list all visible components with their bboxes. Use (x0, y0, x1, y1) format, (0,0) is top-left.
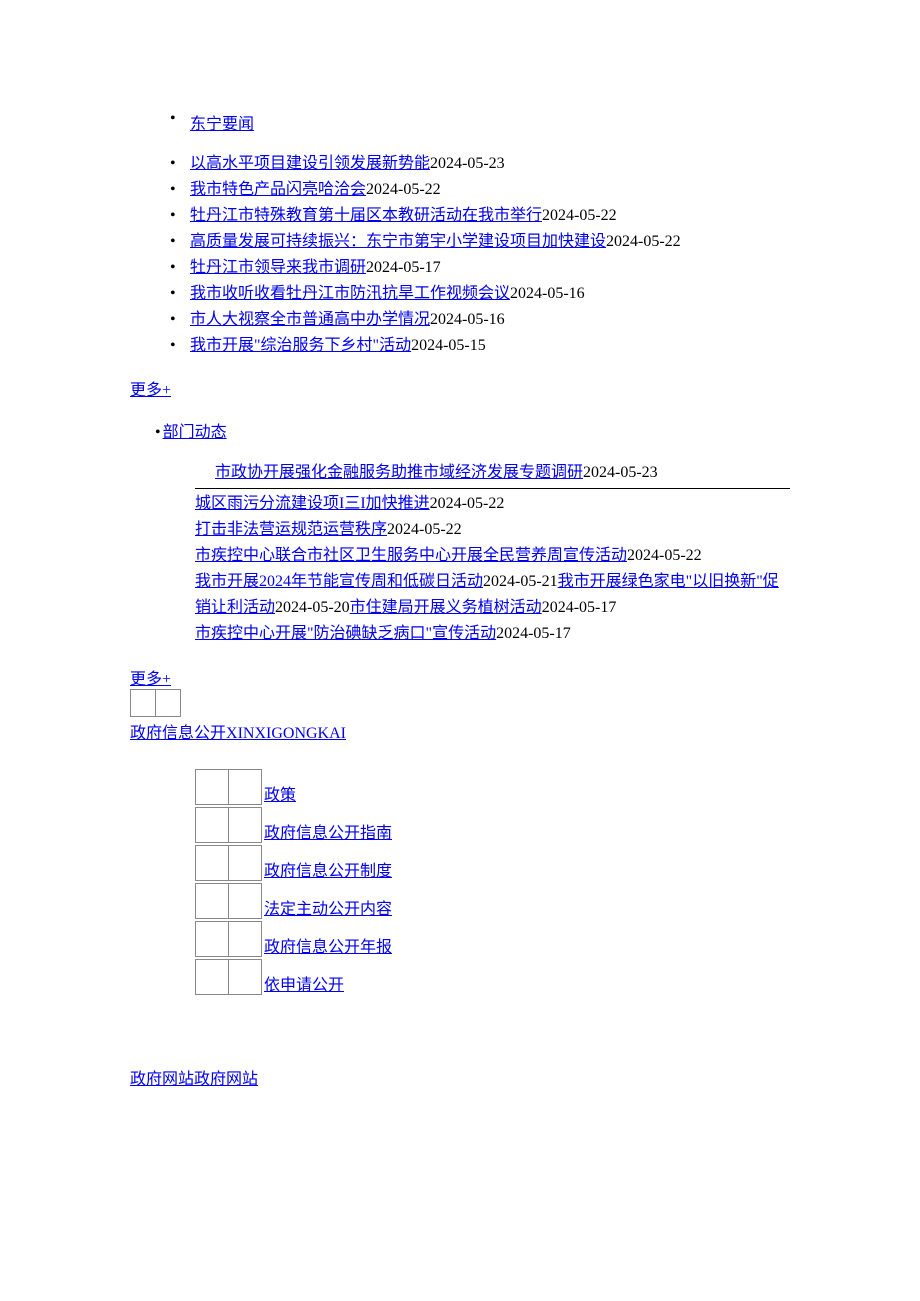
more-news-link[interactable]: 更多+ (130, 376, 920, 400)
list-item: 高质量发展可持续振兴：东宁市第宇小学建设项目加快建设2024-05-22 (170, 230, 920, 254)
news-date: 2024-05-21 (483, 573, 558, 590)
list-item: 政策 (195, 767, 920, 805)
list-item: 牡丹江市特殊教育第十届区本教研活动在我市举行2024-05-22 (170, 204, 920, 228)
list-item: 我市特色产品闪亮哈洽会2024-05-22 (170, 178, 920, 202)
dept-news-rest: 城区雨污分流建设项I三I加快推进2024-05-22 打击非法营运规范运营秩序2… (195, 491, 790, 647)
info-policy-link[interactable]: 政策 (264, 781, 296, 805)
list-item: 市人大视察全市普通高中办学情况2024-05-16 (170, 308, 920, 332)
gov-site-link[interactable]: 政府网站 (194, 1071, 258, 1088)
list-item: 市政协开展强化金融服务助推市域经济发展专题调研2024-05-23 (195, 460, 790, 489)
placeholder-icon (228, 883, 262, 919)
placeholder-icon (195, 769, 229, 805)
placeholder-icon (130, 689, 156, 717)
list-item: 牡丹江市领导来我市调研2024-05-17 (170, 256, 920, 280)
dept-tab-header-wrap: 部门动态 (155, 418, 920, 442)
placeholder-icon (228, 845, 262, 881)
news-date: 2024-05-17 (366, 259, 441, 276)
news-link[interactable]: 牡丹江市领导来我市调研 (190, 259, 366, 276)
news-date: 2024-05-22 (430, 495, 505, 512)
list-item: 我市开展"综治服务下乡村"活动2024-05-15 (170, 334, 920, 358)
placeholder-icon (228, 769, 262, 805)
news-date: 2024-05-15 (411, 337, 486, 354)
list-item: 政府信息公开制度 (195, 843, 920, 881)
news-link[interactable]: 高质量发展可持续振兴：东宁市第宇小学建设项目加快建设 (190, 233, 606, 250)
news-date: 2024-05-20 (275, 599, 350, 616)
placeholder-icon (155, 689, 181, 717)
news-link[interactable]: 我市特色产品闪亮哈洽会 (190, 181, 366, 198)
list-item: 依申请公开 (195, 957, 920, 995)
news-date: 2024-05-23 (430, 155, 505, 172)
info-guide-link[interactable]: 政府信息公开指南 (264, 819, 392, 843)
dept-news-link[interactable]: 我市开展2024年节能宣传周和低碳日活动 (195, 573, 483, 590)
more-dept-link[interactable]: 更多+ (130, 665, 920, 689)
news-date: 2024-05-17 (496, 625, 571, 642)
gov-site-links: 政府网站政府网站 (130, 1065, 920, 1089)
news-link[interactable]: 市人大视察全市普通高中办学情况 (190, 311, 430, 328)
news-section: 东宁要闻 以高水平项目建设引领发展新势能2024-05-23 我市特色产品闪亮哈… (170, 110, 920, 358)
placeholder-icon (195, 807, 229, 843)
placeholder-icon (195, 883, 229, 919)
news-date: 2024-05-22 (366, 181, 441, 198)
news-link[interactable]: 我市收听收看牡丹江市防汛抗旱工作视频会议 (190, 285, 510, 302)
news-date: 2024-05-16 (510, 285, 585, 302)
news-date: 2024-05-16 (430, 311, 505, 328)
dept-news-link[interactable]: 城区雨污分流建设项I三I加快推进 (195, 495, 430, 512)
placeholder-icon (195, 959, 229, 995)
info-disclosure-list: 政策 政府信息公开指南 政府信息公开制度 法定主动公开内容 政府信息公开年报 依… (195, 767, 920, 995)
tab-dongning-news[interactable]: 东宁要闻 (190, 116, 254, 133)
news-date: 2024-05-22 (606, 233, 681, 250)
dept-tab-bullet: 部门动态 (155, 424, 227, 441)
placeholder-icon (228, 921, 262, 957)
tab-dept-news[interactable]: 部门动态 (163, 424, 227, 441)
info-apply-link[interactable]: 依申请公开 (264, 971, 344, 995)
news-date: 2024-05-22 (542, 207, 617, 224)
news-list: 以高水平项目建设引领发展新势能2024-05-23 我市特色产品闪亮哈洽会202… (170, 152, 920, 358)
list-item: 政府信息公开指南 (195, 805, 920, 843)
dept-news-link[interactable]: 打击非法营运规范运营秩序 (195, 521, 387, 538)
list-item: 法定主动公开内容 (195, 881, 920, 919)
list-item: 我市收听收看牡丹江市防汛抗旱工作视频会议2024-05-16 (170, 282, 920, 306)
news-date: 2024-05-22 (387, 521, 462, 538)
dept-news-link[interactable]: 市政协开展强化金融服务助推市域经济发展专题调研 (215, 464, 583, 481)
dept-news-list: 市政协开展强化金融服务助推市域经济发展专题调研2024-05-23 城区雨污分流… (195, 460, 790, 647)
dept-news-link[interactable]: 市疾控中心开展"防治碘缺乏病口"宣传活动 (195, 625, 496, 642)
placeholder-icon (228, 807, 262, 843)
info-disclosure-title: 政府信息公开XINXIGONGKAI (130, 719, 920, 743)
small-icon-boxes (130, 689, 920, 717)
info-report-link[interactable]: 政府信息公开年报 (264, 933, 392, 957)
dept-news-link[interactable]: 市疾控中心联合市社区卫生服务中心开展全民营养周宣传活动 (195, 547, 627, 564)
dept-news-link[interactable]: 市住建局开展义务植树活动 (350, 599, 542, 616)
news-date: 2024-05-23 (583, 464, 658, 481)
info-system-link[interactable]: 政府信息公开制度 (264, 857, 392, 881)
placeholder-icon (195, 845, 229, 881)
list-item: 政府信息公开年报 (195, 919, 920, 957)
news-link[interactable]: 牡丹江市特殊教育第十届区本教研活动在我市举行 (190, 207, 542, 224)
news-link[interactable]: 我市开展"综治服务下乡村"活动 (190, 337, 411, 354)
placeholder-icon (195, 921, 229, 957)
news-link[interactable]: 以高水平项目建设引领发展新势能 (190, 155, 430, 172)
placeholder-icon (228, 959, 262, 995)
news-date: 2024-05-22 (627, 547, 702, 564)
news-date: 2024-05-17 (542, 599, 617, 616)
list-item: 以高水平项目建设引领发展新势能2024-05-23 (170, 152, 920, 176)
gov-site-link[interactable]: 政府网站 (130, 1071, 194, 1088)
info-disclosure-link[interactable]: 政府信息公开XINXIGONGKAI (130, 725, 346, 742)
info-content-link[interactable]: 法定主动公开内容 (264, 895, 392, 919)
news-tab-header: 东宁要闻 (170, 110, 920, 134)
